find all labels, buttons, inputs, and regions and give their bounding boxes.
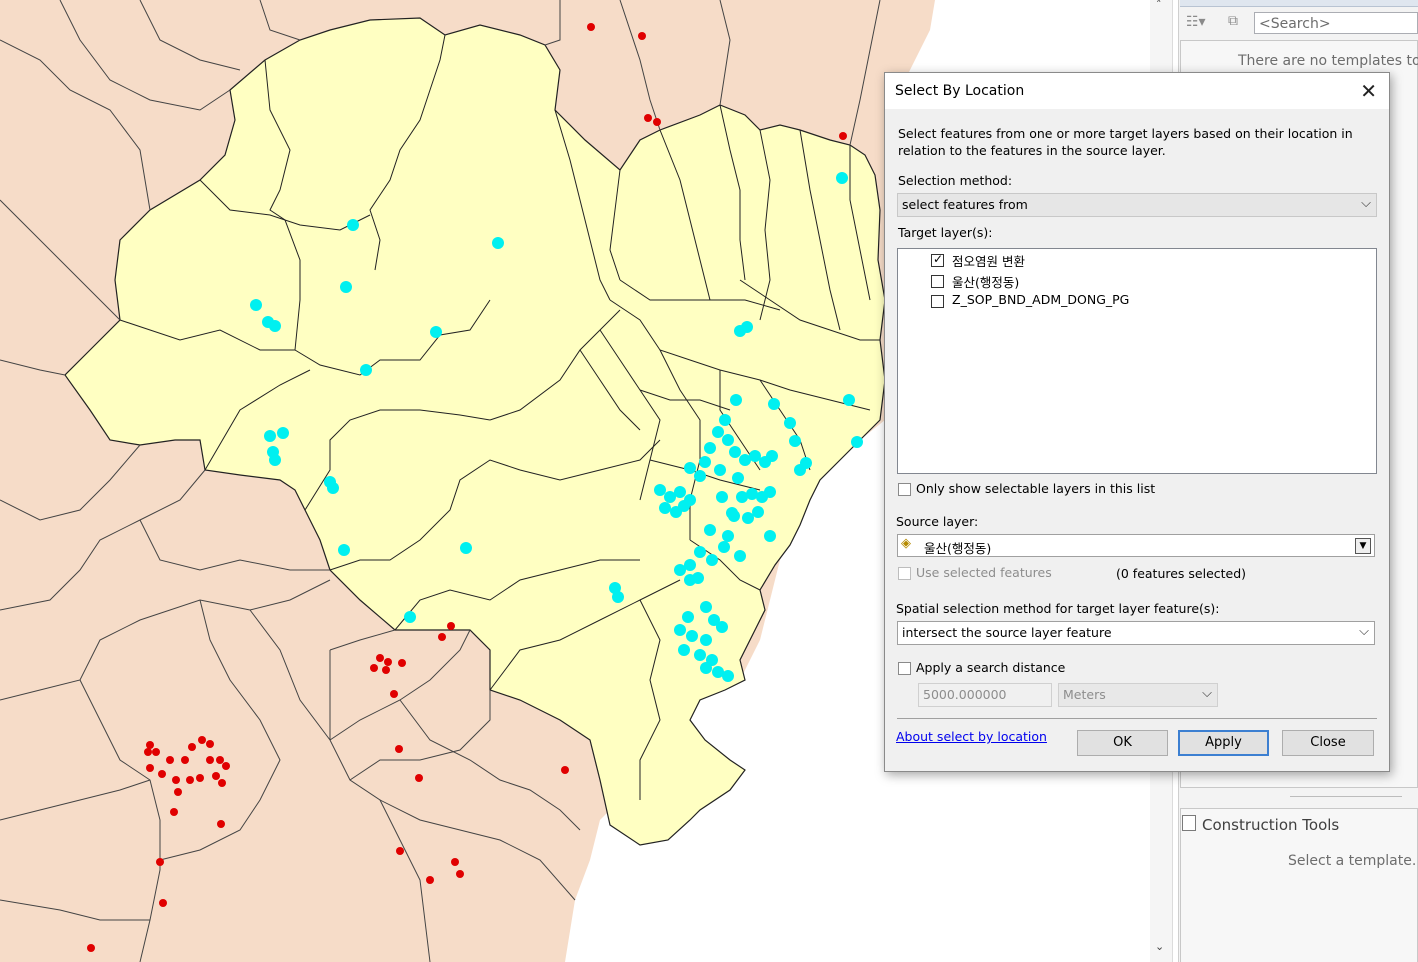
target-layer-checkbox[interactable]: [931, 295, 944, 308]
chevron-down-icon: ⌵: [1361, 196, 1371, 211]
source-layer-select[interactable]: ◈ 울산(행정동) ▼: [897, 534, 1375, 557]
source-layer-value: 울산(행정동): [924, 541, 992, 556]
scroll-down-arrow-icon[interactable]: ⌄: [1155, 940, 1164, 953]
about-select-by-location-link[interactable]: About select by location: [896, 729, 1047, 744]
create-features-header: [1180, 0, 1418, 7]
select-by-location-dialog: Select By Location ✕ Select features fro…: [884, 72, 1390, 772]
dialog-title: Select By Location: [895, 83, 1025, 99]
distance-unit-select[interactable]: Meters ⌵: [1058, 683, 1218, 707]
only-selectable-label: Only show selectable layers in this list: [916, 481, 1156, 496]
target-layers-label: Target layer(s):: [898, 225, 993, 240]
close-icon[interactable]: ✕: [1360, 79, 1377, 103]
close-button[interactable]: Close: [1282, 730, 1374, 756]
target-layer-label: 울산(행정동): [952, 275, 1020, 290]
apply-button[interactable]: Apply: [1178, 730, 1269, 756]
chevron-down-icon: ⌵: [1359, 624, 1369, 639]
only-selectable-checkbox[interactable]: [898, 483, 911, 496]
dialog-description: Select features from one or more target …: [898, 126, 1353, 158]
search-distance-checkbox[interactable]: [898, 662, 911, 675]
ok-button[interactable]: OK: [1077, 730, 1168, 756]
use-selected-label: Use selected features: [916, 565, 1052, 580]
organize-templates-icon[interactable]: ☷▾: [1186, 14, 1206, 30]
chevron-down-icon: ⌵: [1202, 686, 1212, 701]
scroll-up-arrow-icon[interactable]: ˄: [1156, 0, 1162, 11]
target-layers-list[interactable]: 점오염원 변환 울산(행정동) Z_SOP_BND_ADM_DONG_PG: [897, 248, 1377, 474]
construction-tools-icon: [1182, 815, 1196, 831]
selection-method-label: Selection method:: [898, 173, 1013, 188]
search-distance-value: 5000.000000: [923, 687, 1007, 702]
no-templates-message: There are no templates to s: [1238, 53, 1418, 69]
spatial-method-select[interactable]: intersect the source layer feature ⌵: [897, 621, 1375, 645]
template-properties-icon[interactable]: ⧉: [1228, 13, 1238, 29]
source-layer-label: Source layer:: [896, 514, 979, 529]
target-layer-label: 점오염원 변환: [952, 254, 1025, 269]
construction-tools-title: Construction Tools: [1202, 816, 1340, 834]
polygon-layer-icon: ◈: [901, 536, 911, 551]
template-search-input[interactable]: <Search>: [1254, 12, 1418, 34]
selection-method-select[interactable]: select features from ⌵: [897, 193, 1377, 217]
select-template-hint: Select a template.: [1288, 853, 1417, 869]
search-distance-label: Apply a search distance: [916, 660, 1066, 675]
target-layer-label: Z_SOP_BND_ADM_DONG_PG: [952, 292, 1130, 307]
distance-unit-value: Meters: [1063, 687, 1106, 702]
target-layer-checkbox[interactable]: [931, 252, 944, 267]
dropdown-arrow-icon[interactable]: ▼: [1355, 538, 1371, 554]
target-layer-checkbox[interactable]: [931, 275, 944, 288]
dialog-titlebar[interactable]: Select By Location ✕: [885, 73, 1389, 109]
search-distance-input[interactable]: 5000.000000: [918, 683, 1052, 707]
panel-splitter[interactable]: [1290, 796, 1402, 799]
spatial-method-value: intersect the source layer feature: [902, 625, 1112, 640]
dialog-separator: [897, 718, 1377, 719]
features-selected-count: (0 features selected): [1116, 566, 1247, 581]
spatial-method-label: Spatial selection method for target laye…: [896, 601, 1220, 616]
selection-method-value: select features from: [902, 197, 1028, 212]
use-selected-checkbox[interactable]: [898, 567, 911, 580]
